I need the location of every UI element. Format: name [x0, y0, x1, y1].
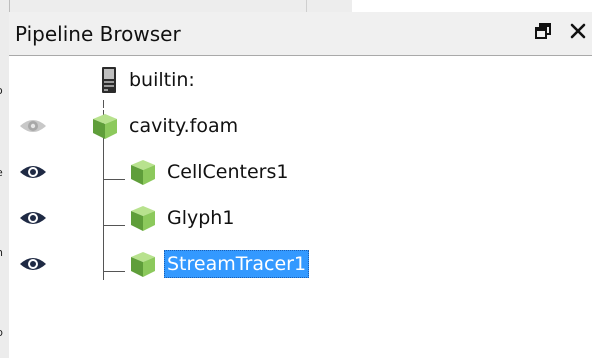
tree-item-label: CellCenters1: [167, 161, 289, 183]
tree-item-streamtracer1[interactable]: StreamTracer1: [9, 244, 592, 284]
tree-item-label: Glyph1: [167, 207, 235, 229]
dock-float-icon: [535, 23, 551, 39]
left-panel-fragment: o: [0, 84, 3, 97]
green-cube-icon: [131, 206, 155, 231]
green-cube-icon: [93, 114, 117, 139]
panel-title-bar[interactable]: Pipeline Browser: [9, 12, 592, 56]
eye-visible-icon[interactable]: [18, 254, 48, 274]
pipeline-browser-panel: Pipeline Browser builtin: cavity.foam Ce…: [9, 12, 592, 358]
eye-hidden-icon[interactable]: [18, 116, 48, 136]
left-panel-fragment: p: [0, 326, 3, 339]
close-icon: [570, 23, 586, 39]
background-divider: [306, 0, 307, 12]
tree-item-label: cavity.foam: [129, 115, 239, 137]
eye-visible-icon[interactable]: [18, 208, 48, 228]
tree-item-cavity-foam[interactable]: cavity.foam: [9, 106, 592, 146]
panel-title: Pipeline Browser: [15, 22, 181, 46]
tree-item-cellcenters1[interactable]: CellCenters1: [9, 152, 592, 192]
green-cube-icon: [131, 252, 155, 277]
green-cube-icon: [131, 160, 155, 185]
tree-item-label: builtin:: [129, 69, 195, 91]
tree-item-label-selected: StreamTracer1: [164, 250, 310, 278]
server-icon: [102, 67, 116, 93]
tree-item-builtin[interactable]: builtin:: [9, 60, 592, 100]
pipeline-tree: builtin: cavity.foam CellCenters1 Glyph1…: [9, 56, 592, 358]
tree-item-glyph1[interactable]: Glyph1: [9, 198, 592, 238]
close-panel-button[interactable]: [567, 18, 589, 44]
left-panel-fragment: e: [0, 166, 3, 179]
left-panel-fragment: n: [0, 246, 3, 259]
eye-visible-icon[interactable]: [18, 162, 48, 182]
float-panel-button[interactable]: [532, 18, 554, 44]
background-viewport: [352, 0, 592, 12]
